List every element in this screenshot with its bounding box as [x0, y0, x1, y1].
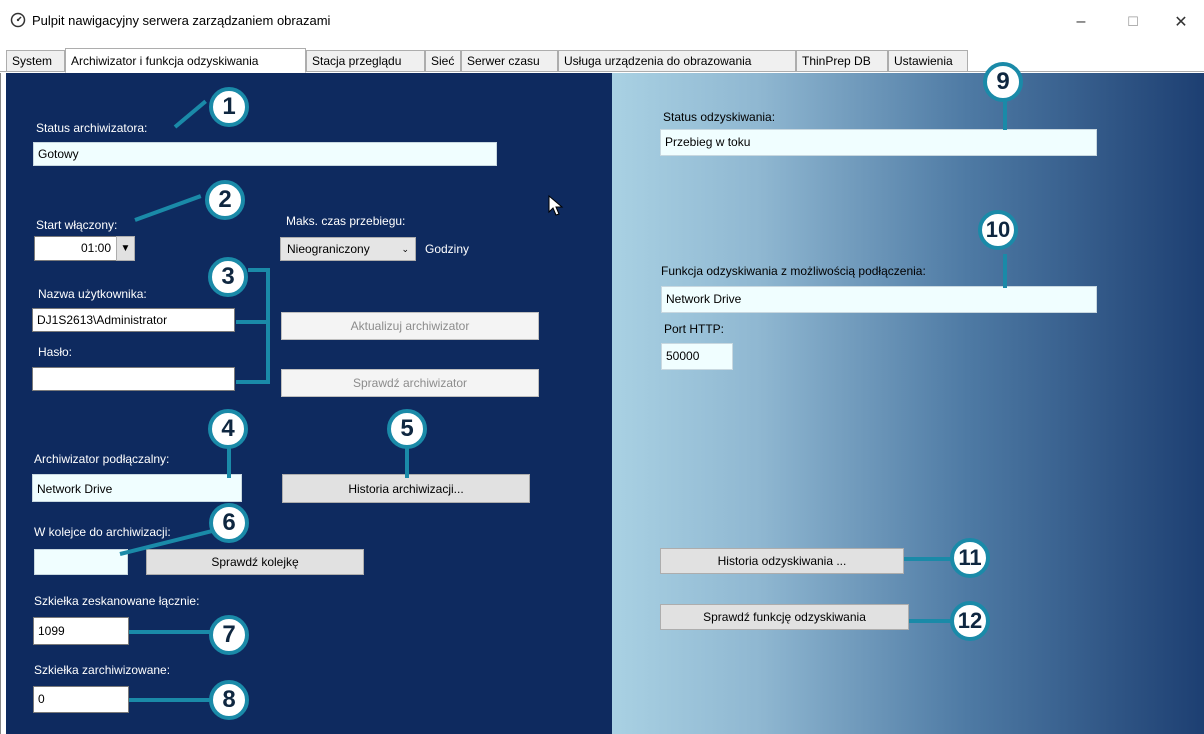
scanned-total-field: 1099 [33, 617, 129, 645]
check-queue-button[interactable]: Sprawdź kolejkę [146, 549, 364, 575]
title-bar: Pulpit nawigacyjny serwera zarządzaniem … [0, 0, 1204, 44]
tab-system[interactable]: System [6, 50, 65, 71]
max-run-time-select[interactable]: Nieograniczony ⌄ [280, 237, 416, 261]
hours-label: Godziny [425, 242, 470, 256]
tab-settings[interactable]: Ustawienia [888, 50, 968, 71]
start-time-input[interactable]: 01:00 [34, 236, 118, 261]
http-port-label: Port HTTP: [664, 322, 725, 336]
tab-thinprep-db[interactable]: ThinPrep DB [796, 50, 888, 71]
callout-3-bracket-bottom [236, 380, 270, 384]
callout-6: 6 [209, 503, 249, 543]
plugin-archiver-label: Archiwizator podłączalny: [34, 452, 170, 466]
password-label: Hasło: [38, 345, 73, 359]
callout-3-bracket-middle [236, 320, 268, 324]
http-port-field: 50000 [661, 343, 733, 370]
queue-count-field [34, 549, 128, 575]
archived-label: Szkiełka zarchiwizowane: [34, 663, 171, 677]
callout-9: 9 [983, 62, 1023, 102]
callout-9-line [1003, 98, 1007, 130]
tab-imaging-device-service[interactable]: Usługa urządzenia do obrazowania [558, 50, 796, 71]
archive-history-button[interactable]: Historia archiwizacji... [282, 474, 530, 503]
queue-label: W kolejce do archiwizacji: [34, 525, 171, 539]
callout-11: 11 [950, 538, 990, 578]
tab-archiver-retrieval[interactable]: Archiwizator i funkcja odzyskiwania [65, 48, 306, 73]
callout-7-line [129, 630, 211, 634]
retrieval-status-label: Status odzyskiwania: [663, 110, 776, 124]
retrieval-panel [612, 73, 1204, 734]
scanned-total-label: Szkiełka zeskanowane łącznie: [34, 594, 200, 608]
archived-field: 0 [33, 686, 129, 713]
check-retrieval-button[interactable]: Sprawdź funkcję odzyskiwania [660, 604, 909, 630]
tab-strip: System Archiwizator i funkcja odzyskiwan… [0, 48, 1204, 73]
callout-3-bracket-vertical [266, 268, 270, 384]
tab-review-station[interactable]: Stacja przeglądu [306, 50, 425, 71]
chevron-down-icon: ▼ [120, 243, 131, 254]
callout-2: 2 [205, 180, 245, 220]
dashboard-gauge-icon [10, 12, 26, 28]
mouse-pointer-icon [548, 195, 564, 216]
retrieval-plugin-field: Network Drive [661, 286, 1097, 313]
callout-12: 12 [950, 601, 990, 641]
callout-8: 8 [209, 680, 249, 720]
plugin-archiver-field: Network Drive [32, 474, 242, 502]
max-run-time-label: Maks. czas przebiegu: [286, 214, 406, 228]
minimize-button[interactable]: – [1058, 6, 1104, 38]
callout-12-line [909, 619, 956, 623]
callout-11-line [904, 557, 956, 561]
window-title: Pulpit nawigacyjny serwera zarządzaniem … [32, 13, 331, 28]
callout-4-line [227, 448, 231, 478]
callout-5-line [405, 448, 409, 478]
chevron-down-icon: ⌄ [401, 243, 409, 254]
password-input[interactable] [32, 367, 235, 391]
close-button[interactable]: ✕ [1158, 6, 1204, 38]
archiver-status-label: Status archiwizatora: [36, 121, 148, 135]
callout-7: 7 [209, 615, 249, 655]
max-run-time-value: Nieograniczony [287, 242, 370, 256]
update-archiver-button[interactable]: Aktualizuj archiwizator [281, 312, 539, 340]
start-time-dropdown[interactable]: ▼ [116, 236, 135, 261]
callout-5: 5 [387, 409, 427, 449]
archiver-status-field: Gotowy [33, 142, 497, 166]
callout-4: 4 [208, 409, 248, 449]
start-enabled-label: Start włączony: [36, 218, 118, 232]
username-label: Nazwa użytkownika: [38, 287, 147, 301]
maximize-button[interactable]: ☐ [1110, 6, 1156, 38]
username-input[interactable]: DJ1S2613\Administrator [32, 308, 235, 332]
retrieval-history-button[interactable]: Historia odzyskiwania ... [660, 548, 904, 574]
check-archiver-button[interactable]: Sprawdź archiwizator [281, 369, 539, 397]
tab-time-server[interactable]: Serwer czasu [461, 50, 558, 71]
callout-3: 3 [208, 257, 248, 297]
callout-1: 1 [209, 87, 249, 127]
callout-10-line [1003, 254, 1007, 288]
tab-network[interactable]: Sieć [425, 50, 461, 71]
retrieval-plugin-label: Funkcja odzyskiwania z możliwością podłą… [661, 264, 926, 278]
callout-8-line [129, 698, 211, 702]
callout-10: 10 [978, 210, 1018, 250]
retrieval-status-field: Przebieg w toku [660, 129, 1097, 156]
